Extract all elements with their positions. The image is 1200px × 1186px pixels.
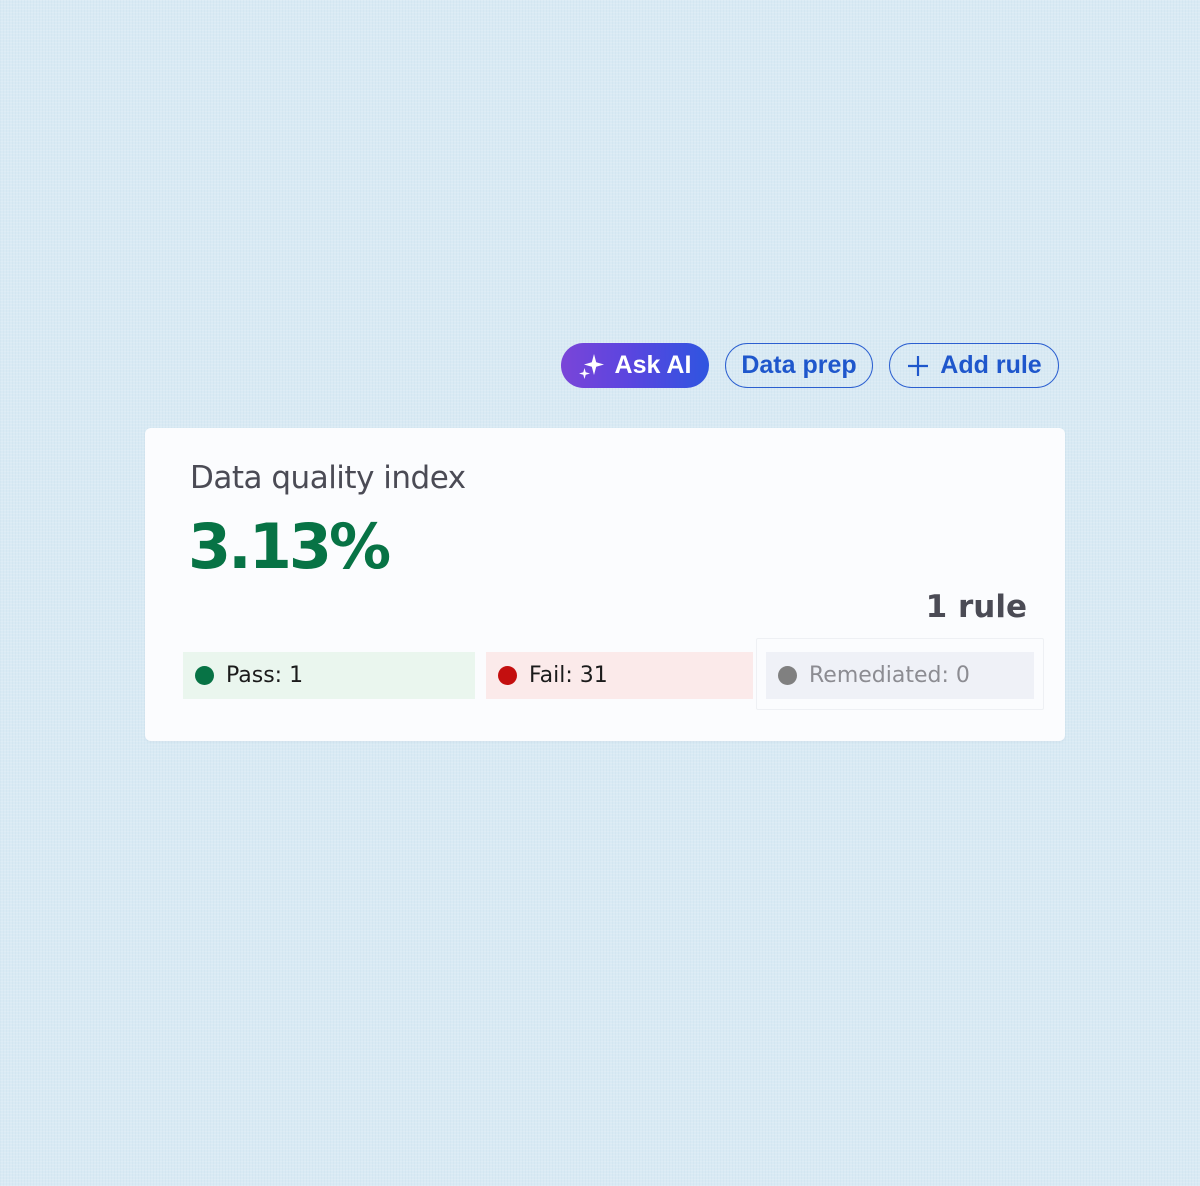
ask-ai-label: Ask AI (614, 351, 692, 379)
plus-icon (906, 354, 930, 378)
status-fail[interactable]: Fail: 31 (486, 652, 753, 699)
sparkle-icon (577, 351, 607, 381)
toolbar: Ask AI Data prep Add rule (561, 343, 1059, 388)
data-quality-card: Data quality index 3.13% 1 rule Pass: 1 … (145, 428, 1065, 741)
fail-dot-icon (498, 666, 517, 685)
status-pass-label: Pass: 1 (226, 663, 304, 688)
data-prep-label: Data prep (741, 351, 857, 379)
add-rule-label: Add rule (940, 351, 1042, 379)
status-summary: Pass: 1 Fail: 31 Remediated: 0 (183, 638, 1044, 710)
status-remediated[interactable]: Remediated: 0 (766, 652, 1034, 699)
remediated-dot-icon (778, 666, 797, 685)
ask-ai-button[interactable]: Ask AI (561, 343, 709, 388)
status-fail-label: Fail: 31 (529, 663, 608, 688)
data-prep-button[interactable]: Data prep (725, 343, 873, 388)
pass-dot-icon (195, 666, 214, 685)
card-title: Data quality index (190, 460, 466, 496)
quality-index-value: 3.13% (188, 510, 391, 583)
add-rule-button[interactable]: Add rule (889, 343, 1059, 388)
status-remediated-label: Remediated: 0 (809, 663, 970, 688)
rule-count: 1 rule (925, 589, 1027, 625)
status-pass[interactable]: Pass: 1 (183, 652, 475, 699)
